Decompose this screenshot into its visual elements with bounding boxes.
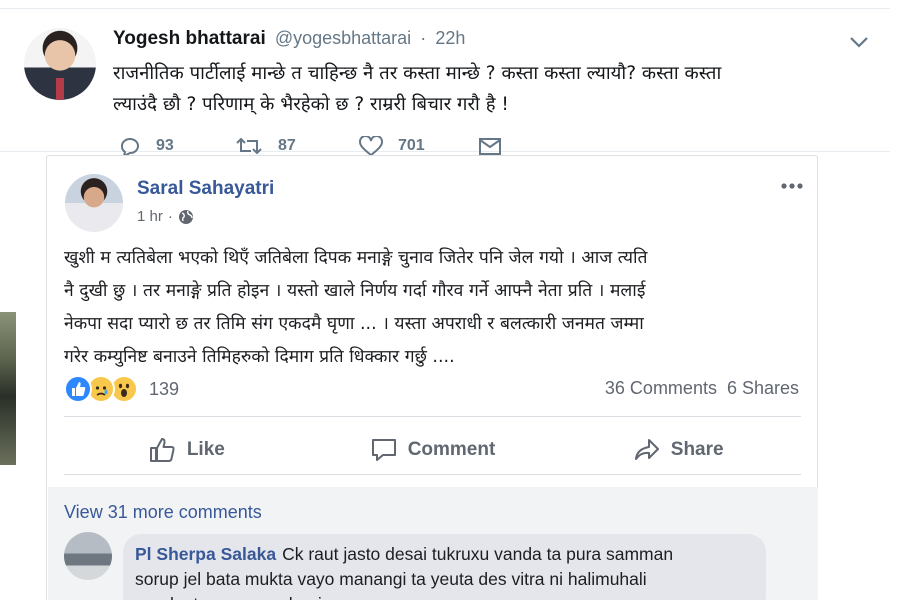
facebook-post: Saral Sahayatri 1 hr · खुशी म त्यतिबेला … [46, 155, 818, 600]
post-body-line: खुशी म त्यतिबेला भएको थिएँ जतिबेला दिपक … [64, 248, 648, 268]
commenter-avatar[interactable] [64, 532, 112, 580]
more-options-icon[interactable] [779, 178, 805, 194]
tweet-handle[interactable]: @yogesbhattarai [275, 28, 411, 48]
reply-button[interactable]: 93 [118, 136, 174, 156]
comment-icon [371, 439, 396, 461]
direct-message-button[interactable] [478, 136, 516, 156]
comment-author-name[interactable]: Pl Sherpa Salaka [135, 544, 276, 564]
like-button[interactable]: 701 [358, 136, 425, 156]
post-author-avatar[interactable] [65, 174, 123, 232]
post-author-name[interactable]: Saral Sahayatri [137, 178, 274, 200]
tweet-timestamp[interactable]: 22h [435, 28, 465, 48]
post-meta: 1 hr · [137, 208, 194, 225]
tweet-action-bar: 93 87 701 [110, 136, 530, 156]
view-more-comments-link[interactable]: View 31 more comments [64, 502, 262, 523]
share-button[interactable]: Share [555, 430, 801, 470]
comment-button[interactable]: Comment [310, 430, 556, 470]
divider [64, 474, 801, 475]
globe-icon [178, 209, 193, 224]
like-button[interactable]: Like [64, 430, 310, 470]
tweet-header: Yogesh bhattarai @yogesbhattarai · 22h [113, 28, 465, 52]
comment-button-label: Comment [407, 439, 496, 460]
comment-text-line: sorup jel bata mukta vayo manangi ta yeu… [135, 569, 647, 589]
chevron-down-icon[interactable] [848, 34, 870, 50]
comment-text-line: Ck raut jasto desai tukruxu vanda ta pur… [282, 544, 674, 564]
like-button-label: Like [186, 439, 225, 460]
post-body-line: गरेर कम्युनिष्ट बनाउने तिमिहरुको दिमाग प… [64, 347, 455, 367]
share-button-label: Share [670, 439, 724, 460]
tweet-card: Yogesh bhattarai @yogesbhattarai · 22h र… [0, 0, 890, 156]
direct-message-icon [479, 138, 501, 155]
post-action-bar: Like Comment Share [64, 430, 801, 470]
retweet-icon [236, 137, 262, 155]
like-icon [359, 136, 383, 156]
tweet-text: राजनीतिक पार्टीलाई मान्छे त चाहिन्छ नै त… [113, 58, 853, 120]
share-icon [634, 439, 659, 460]
reply-count: 93 [156, 137, 174, 154]
divider [64, 416, 801, 417]
post-timestamp[interactable]: 1 hr [137, 208, 163, 225]
tweet-meta-separator: · [420, 28, 427, 48]
tweet-author-avatar[interactable] [24, 28, 96, 100]
comment-text-line: gareko ta samanya hani [135, 592, 754, 600]
divider [0, 8, 890, 9]
retweet-button[interactable]: 87 [234, 136, 296, 156]
post-body-line: नेकपा सदा प्यारो छ तर तिमि संग एकदमै घृण… [64, 314, 644, 334]
comment-bubble: Pl Sherpa Salaka Ck raut jasto desai tukr… [123, 534, 766, 600]
tweet-text-line: ल्याउंदै छौ ? परिणाम् के भैरहेको छ ? राम… [113, 94, 509, 115]
background-photo-fragment [0, 312, 16, 465]
reaction-summary[interactable]: 139 [64, 374, 179, 404]
like-reaction-icon [64, 375, 92, 403]
tweet-text-line: राजनीतिक पार्टीलाई मान्छे त चाहिन्छ नै त… [113, 63, 722, 84]
reply-icon [121, 138, 139, 156]
thumbs-up-icon [149, 438, 175, 462]
reaction-count: 139 [149, 378, 180, 399]
retweet-count: 87 [278, 137, 296, 154]
shares-count-link[interactable]: 6 Shares [727, 378, 799, 399]
post-body-line: नै दुखी छु । तर मनाङ्गे प्रति होइन । यस्… [64, 281, 646, 301]
like-count: 701 [398, 137, 425, 154]
tweet-author-name[interactable]: Yogesh bhattarai [113, 28, 266, 49]
comments-count-link[interactable]: 36 Comments [605, 378, 717, 399]
post-stats: 36 Comments 6 Shares [605, 378, 799, 399]
post-meta-separator: · [167, 208, 173, 225]
post-body: खुशी म त्यतिबेला भएको थिएँ जतिबेला दिपक … [64, 242, 809, 374]
